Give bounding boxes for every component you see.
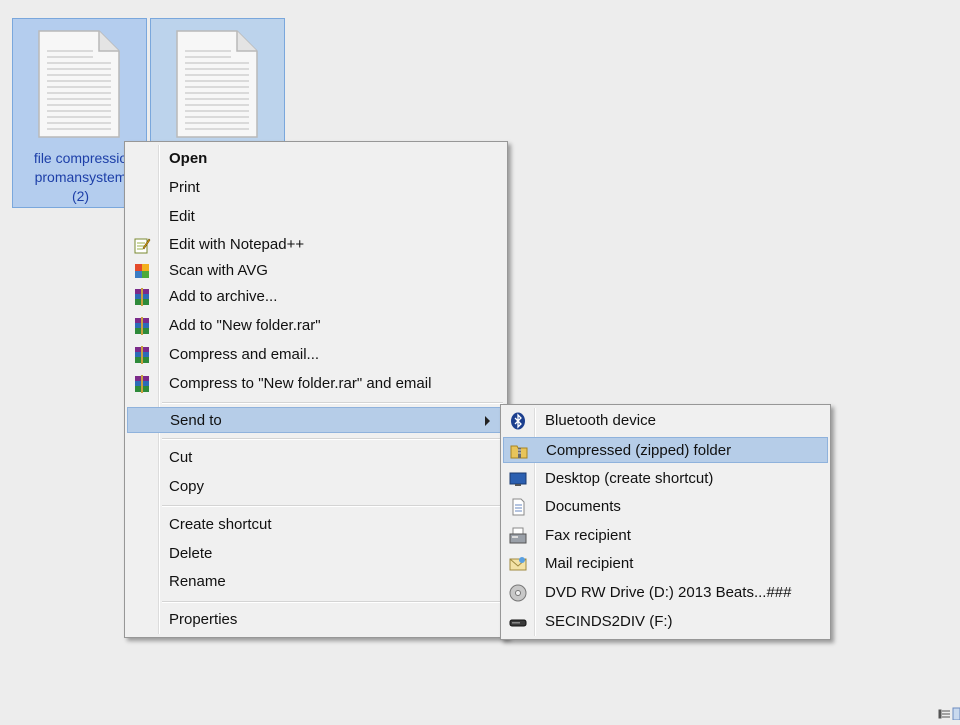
fax-icon [509,527,527,544]
file-item-2[interactable] [150,18,285,146]
send-to-fax[interactable]: Fax recipient [503,523,828,549]
winrar-icon [135,375,149,393]
menu-separator [162,438,503,440]
send-to-mail[interactable]: Mail recipient [503,551,828,577]
dvd-icon [509,584,527,602]
menu-separator [162,601,503,603]
menu-item-print[interactable]: Print [127,175,505,201]
send-to-documents[interactable]: Documents [503,494,828,520]
menu-item-label: Cut [169,449,193,466]
text-document-icon [38,30,120,138]
submenu-arrow-icon [485,416,490,426]
menu-item-label: Bluetooth device [545,412,656,429]
details-view-icon[interactable] [920,702,960,721]
menu-item-add-to-archive[interactable]: Add to archive... [127,284,505,310]
menu-item-label: DVD RW Drive (D:) 2013 Beats...### [545,584,792,601]
menu-item-label: Copy [169,478,205,495]
text-document-icon [176,30,258,138]
menu-item-rename[interactable]: Rename [127,569,505,595]
send-to-desktop[interactable]: Desktop (create shortcut) [503,466,828,492]
menu-item-compress-email[interactable]: Compress and email... [127,342,505,368]
menu-item-label: Edit with Notepad++ [169,236,305,253]
winrar-icon [135,346,149,364]
menu-item-label: Desktop (create shortcut) [545,470,714,487]
menu-item-open[interactable]: Open [127,146,505,172]
bluetooth-icon [511,412,525,430]
menu-item-edit[interactable]: Edit [127,204,505,230]
menu-item-label: Compress and email... [169,346,320,363]
zip-folder-icon [510,445,528,459]
menu-item-label: Send to [170,412,222,429]
menu-item-label: Open [169,150,208,167]
menu-item-label: Add to archive... [169,288,278,305]
menu-item-label: Rename [169,573,226,590]
menu-item-delete[interactable]: Delete [127,541,505,567]
menu-item-label: Documents [545,498,621,515]
send-to-zipped-folder[interactable]: Compressed (zipped) folder [503,437,828,463]
send-to-drive-f[interactable]: SECINDS2DIV (F:) [503,609,828,635]
menu-separator [162,402,503,404]
menu-item-label: Properties [169,611,238,628]
menu-item-label: Compressed (zipped) folder [546,442,732,459]
menu-item-copy[interactable]: Copy [127,474,505,500]
context-menu: Open Print Edit Edit with Notepad++ Scan… [124,141,508,638]
menu-item-scan-avg[interactable]: Scan with AVG [127,258,505,284]
menu-item-label: Add to "New folder.rar" [169,317,321,334]
desktop: file compressio promansystem (2) Open Pr… [0,0,960,721]
send-to-bluetooth[interactable]: Bluetooth device [503,408,828,434]
menu-separator [162,505,503,507]
avg-icon [135,264,149,278]
menu-item-label: Scan with AVG [169,262,268,279]
view-buttons [920,702,960,721]
winrar-icon [135,317,149,335]
menu-item-edit-notepad[interactable]: Edit with Notepad++ [127,232,505,258]
menu-item-label: Mail recipient [545,555,634,572]
menu-item-send-to[interactable]: Send to [127,407,505,433]
winrar-icon [135,288,149,306]
menu-item-label: Delete [169,545,213,562]
menu-item-label: Fax recipient [545,527,631,544]
send-to-dvd-drive[interactable]: DVD RW Drive (D:) 2013 Beats...### [503,580,828,606]
mail-icon [509,557,527,571]
menu-item-label: SECINDS2DIV (F:) [545,613,673,630]
menu-item-label: Print [169,179,200,196]
desktop-icon [509,472,527,486]
menu-item-compress-rar-email[interactable]: Compress to "New folder.rar" and email [127,371,505,397]
menu-item-label: Compress to "New folder.rar" and email [169,375,432,392]
menu-item-properties[interactable]: Properties [127,607,505,633]
menu-item-add-to-rar[interactable]: Add to "New folder.rar" [127,313,505,339]
menu-item-label: Create shortcut [169,516,272,533]
send-to-submenu: Bluetooth device Compressed (zipped) fol… [500,404,831,640]
drive-icon [509,619,527,627]
menu-item-create-shortcut[interactable]: Create shortcut [127,512,505,538]
menu-item-cut[interactable]: Cut [127,445,505,471]
notepad-icon [134,238,151,254]
menu-item-label: Edit [169,208,195,225]
documents-icon [512,498,525,516]
